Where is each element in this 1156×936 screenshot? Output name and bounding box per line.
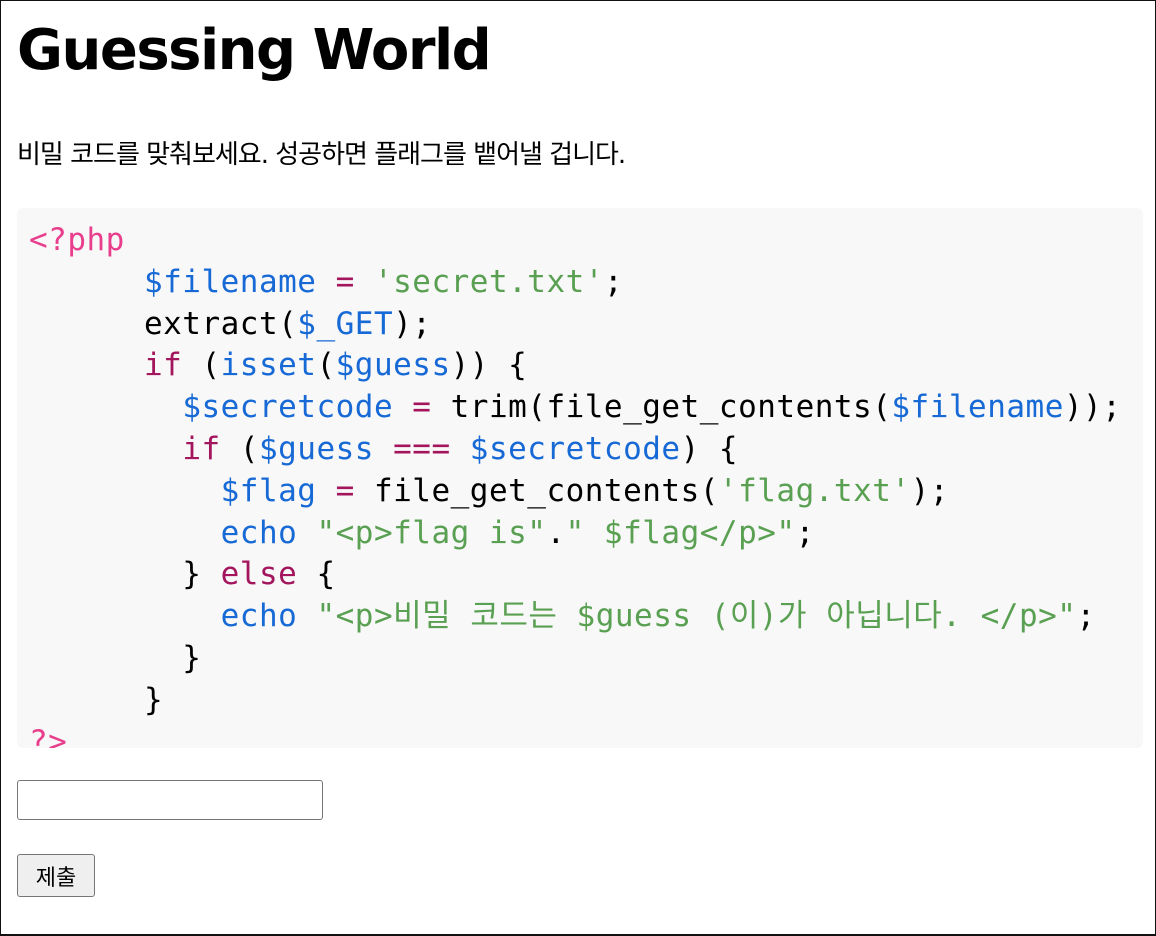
code-token: trim(file_get_contents( — [450, 389, 892, 426]
code-token: 'flag.txt' — [718, 472, 911, 509]
code-line: } — [29, 680, 1121, 722]
code-token: file_get_contents( — [373, 472, 719, 509]
code-line: $secretcode = trim(file_get_contents($fi… — [29, 387, 1121, 429]
code-token: )) { — [450, 347, 528, 384]
guess-input[interactable] — [17, 780, 323, 820]
code-token: if — [143, 347, 183, 384]
code-token: ( — [182, 347, 221, 384]
code-token: ?> — [29, 723, 68, 748]
code-token: $flag — [220, 472, 317, 509]
code-token: " $flag</p>" — [565, 514, 796, 551]
code-token: { — [297, 556, 336, 593]
code-token: "<p>flag is" — [316, 514, 547, 551]
code-token: echo — [220, 598, 298, 635]
code-line: <?php — [29, 220, 1121, 262]
code-token: isset — [220, 347, 317, 384]
code-line: extract($_GET); — [29, 304, 1121, 346]
page-title: Guessing World — [17, 18, 492, 83]
code-token: <?php — [29, 222, 125, 258]
code-token: ; — [603, 263, 624, 300]
code-block: <?php $filename = 'secret.txt'; extract(… — [17, 208, 1143, 748]
code-token: if — [182, 430, 221, 467]
code-line: ?> — [29, 722, 1121, 748]
page-description: 비밀 코드를 맞춰보세요. 성공하면 플래그를 뱉어낼 겁니다. — [17, 140, 626, 170]
code-token: $filename — [891, 389, 1064, 426]
page-frame: Guessing World 비밀 코드를 맞춰보세요. 성공하면 플래그를 뱉… — [0, 0, 1156, 936]
code-line: echo "<p>flag is"." $flag</p>"; — [29, 513, 1121, 555]
code-token: $guess — [335, 347, 451, 384]
code-token: $_GET — [297, 305, 394, 342]
code-token: $secretcode — [182, 389, 394, 426]
code-token: . — [546, 514, 566, 551]
code-token: ( — [220, 430, 259, 467]
code-line: } — [29, 638, 1121, 680]
code-token: } — [29, 681, 164, 718]
code-line: } else { — [29, 554, 1121, 596]
code-lines: <?php $filename = 'secret.txt'; extract(… — [29, 220, 1121, 748]
code-token: ; — [795, 514, 815, 551]
code-token: extract( — [29, 305, 298, 342]
code-line: echo "<p>비밀 코드는 $guess (이)가 아닙니다. </p>"; — [29, 596, 1121, 638]
code-token: } — [29, 639, 202, 676]
code-token: ); — [393, 305, 432, 342]
code-token: = — [316, 472, 374, 509]
code-line: $flag = file_get_contents('flag.txt'); — [29, 471, 1121, 513]
code-token: echo — [220, 514, 298, 551]
code-token: $secretcode — [469, 430, 681, 467]
code-token: ) { — [680, 430, 739, 467]
code-token: $filename — [143, 263, 317, 300]
code-token: 'secret.txt' — [373, 263, 604, 300]
code-token: = — [393, 389, 451, 426]
code-token: else — [220, 556, 298, 593]
code-line: $filename = 'secret.txt'; — [29, 262, 1121, 304]
code-token: ); — [910, 472, 949, 509]
code-token: ( — [316, 347, 336, 384]
code-token: $guess — [258, 430, 374, 467]
code-token: } — [29, 556, 221, 593]
code-line: if (isset($guess)) { — [29, 345, 1121, 387]
code-token: "<p>비밀 코드는 $guess (이)가 아닙니다. </p>" — [316, 598, 1077, 635]
submit-button[interactable]: 제출 — [17, 854, 95, 897]
code-token: = — [316, 263, 374, 300]
code-token: ; — [1076, 598, 1096, 635]
code-token: )); — [1063, 389, 1122, 426]
code-line: if ($guess === $secretcode) { — [29, 429, 1121, 471]
code-token: === — [373, 430, 470, 467]
